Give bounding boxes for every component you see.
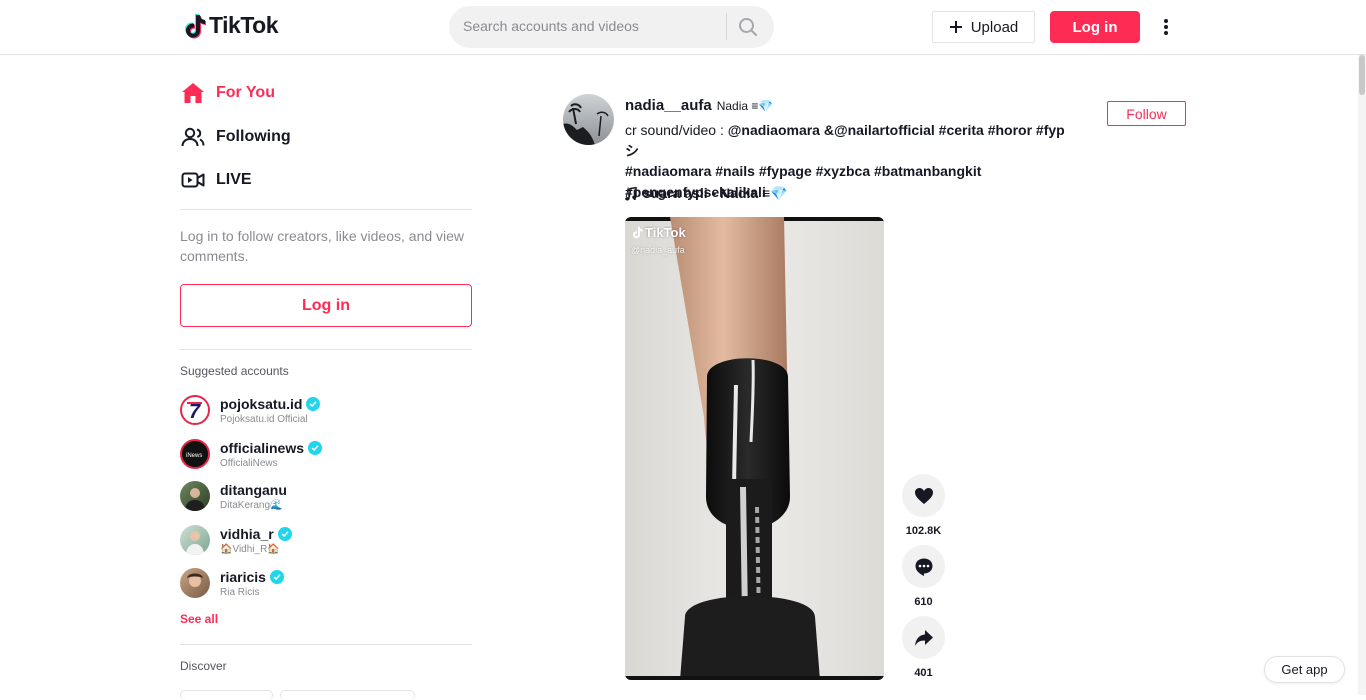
video-frame [625,217,884,680]
nav-following-label: Following [216,128,291,145]
login-prompt-text: Log in to follow creators, like videos, … [180,228,465,264]
account-username: pojoksatu.id [220,395,303,412]
comment-button[interactable] [902,545,945,588]
music-title: suara asli - Nadia ≡💎 [643,185,788,201]
follow-button[interactable]: Follow [1107,101,1186,126]
search-input[interactable] [463,16,718,36]
plus-icon [949,21,962,33]
account-username: vidhia_r [220,525,274,542]
account-nickname: OfficialiNews [220,457,278,469]
nav-live-label: LIVE [216,171,252,188]
music-note-icon [625,186,637,200]
svg-text:7: 7 [189,401,201,423]
avatar [180,525,210,555]
sidebar-login-button[interactable]: Log in [180,284,472,327]
sidebar: For You Following LIVE Log in to follow … [180,55,472,700]
account-username: ditanganu [220,481,287,498]
caption-text: cr sound/video : [625,122,728,138]
upload-button[interactable]: Upload [932,11,1035,43]
verified-badge-icon [277,526,292,541]
search-divider [726,13,727,40]
nav-for-you[interactable]: For You [180,78,275,108]
account-nickname: DitaKerang🌊 [220,499,283,511]
comment-icon [915,558,932,576]
share-button[interactable] [902,616,945,659]
post-author-nickname: Nadia ≡💎 [716,99,774,113]
share-count: 401 [914,667,933,679]
video-watermark-text: TikTok [645,225,686,240]
avatar: 7 [180,395,210,425]
music-link[interactable]: suara asli - Nadia ≡💎 [625,185,788,202]
caption-hashtags[interactable]: #nadiaomara #nails #fypage #xyzbca #batm… [625,163,981,179]
nav-for-you-label: For You [216,84,275,101]
tiktok-note-icon [185,13,206,38]
share-icon [914,629,933,646]
top-header: TikTok Upload Log in [0,0,1366,55]
account-username: riaricis [220,568,266,585]
see-all-link[interactable]: See all [180,612,218,626]
verified-badge-icon [269,569,284,584]
avatar: iNews [180,439,210,469]
get-app-button[interactable]: Get app [1264,656,1345,683]
suggested-account[interactable]: riaricis Ria Ricis [180,563,472,603]
verified-badge-icon [308,440,323,455]
video-watermark: TikTok [631,225,686,240]
avatar [180,481,210,511]
like-count: 102.8K [905,525,942,537]
caption-mentions[interactable]: @nadiaomara &@nailartofficial [728,122,935,138]
nav-live[interactable]: LIVE [180,165,252,195]
nav-following[interactable]: Following [180,122,291,152]
suggested-account[interactable]: vidhia_r 🏠Vidhi_R🏠 [180,520,472,560]
search-button[interactable] [735,14,761,40]
like-action: 102.8K [902,474,945,537]
video-watermark-user: @nadia_aufa [631,245,685,255]
comment-count: 610 [914,596,933,608]
heart-icon [914,487,933,504]
sidebar-divider [180,209,472,210]
video-player[interactable]: TikTok @nadia_aufa [625,217,884,680]
suggested-account[interactable]: 7 pojoksatu.id Pojoksatu.id Official [180,390,472,430]
verified-badge-icon [306,396,321,411]
suggested-account[interactable]: ditanganu DitaKerang🌊 [180,476,472,516]
scrollbar-thumb[interactable] [1359,55,1365,95]
upload-label: Upload [970,18,1019,36]
suggested-accounts-title: Suggested accounts [180,364,289,378]
users-icon [180,124,206,150]
sidebar-divider [180,644,472,645]
comment-action: 610 [902,545,945,608]
post-author-avatar[interactable] [563,94,614,145]
post-author-info: nadia__aufa Nadia ≡💎 [625,97,773,114]
suggested-account[interactable]: iNews officialinews OfficialiNews [180,434,472,474]
svg-text:iNews: iNews [186,453,202,459]
header-login-button[interactable]: Log in [1050,11,1140,43]
more-menu-button[interactable] [1155,14,1177,40]
discover-chip[interactable] [280,690,415,700]
logo-text: TikTok [209,12,279,38]
discover-chip[interactable] [180,690,273,700]
search-icon [739,18,757,36]
home-icon [180,80,206,106]
account-nickname: Ria Ricis [220,586,260,598]
discover-title: Discover [180,659,227,673]
avatar [180,568,210,598]
account-nickname: 🏠Vidhi_R🏠 [220,543,280,555]
tiktok-logo[interactable]: TikTok [182,12,279,39]
scrollbar-track[interactable] [1358,55,1366,695]
account-username: officialinews [220,439,305,456]
tiktok-note-icon [633,227,643,239]
live-icon [180,167,206,193]
like-button[interactable] [902,474,945,517]
more-vertical-icon [1164,19,1168,35]
sidebar-divider [180,349,472,350]
account-nickname: Pojoksatu.id Official [220,413,308,425]
share-action: 401 [902,616,945,679]
post-author-username[interactable]: nadia__aufa [625,97,712,114]
